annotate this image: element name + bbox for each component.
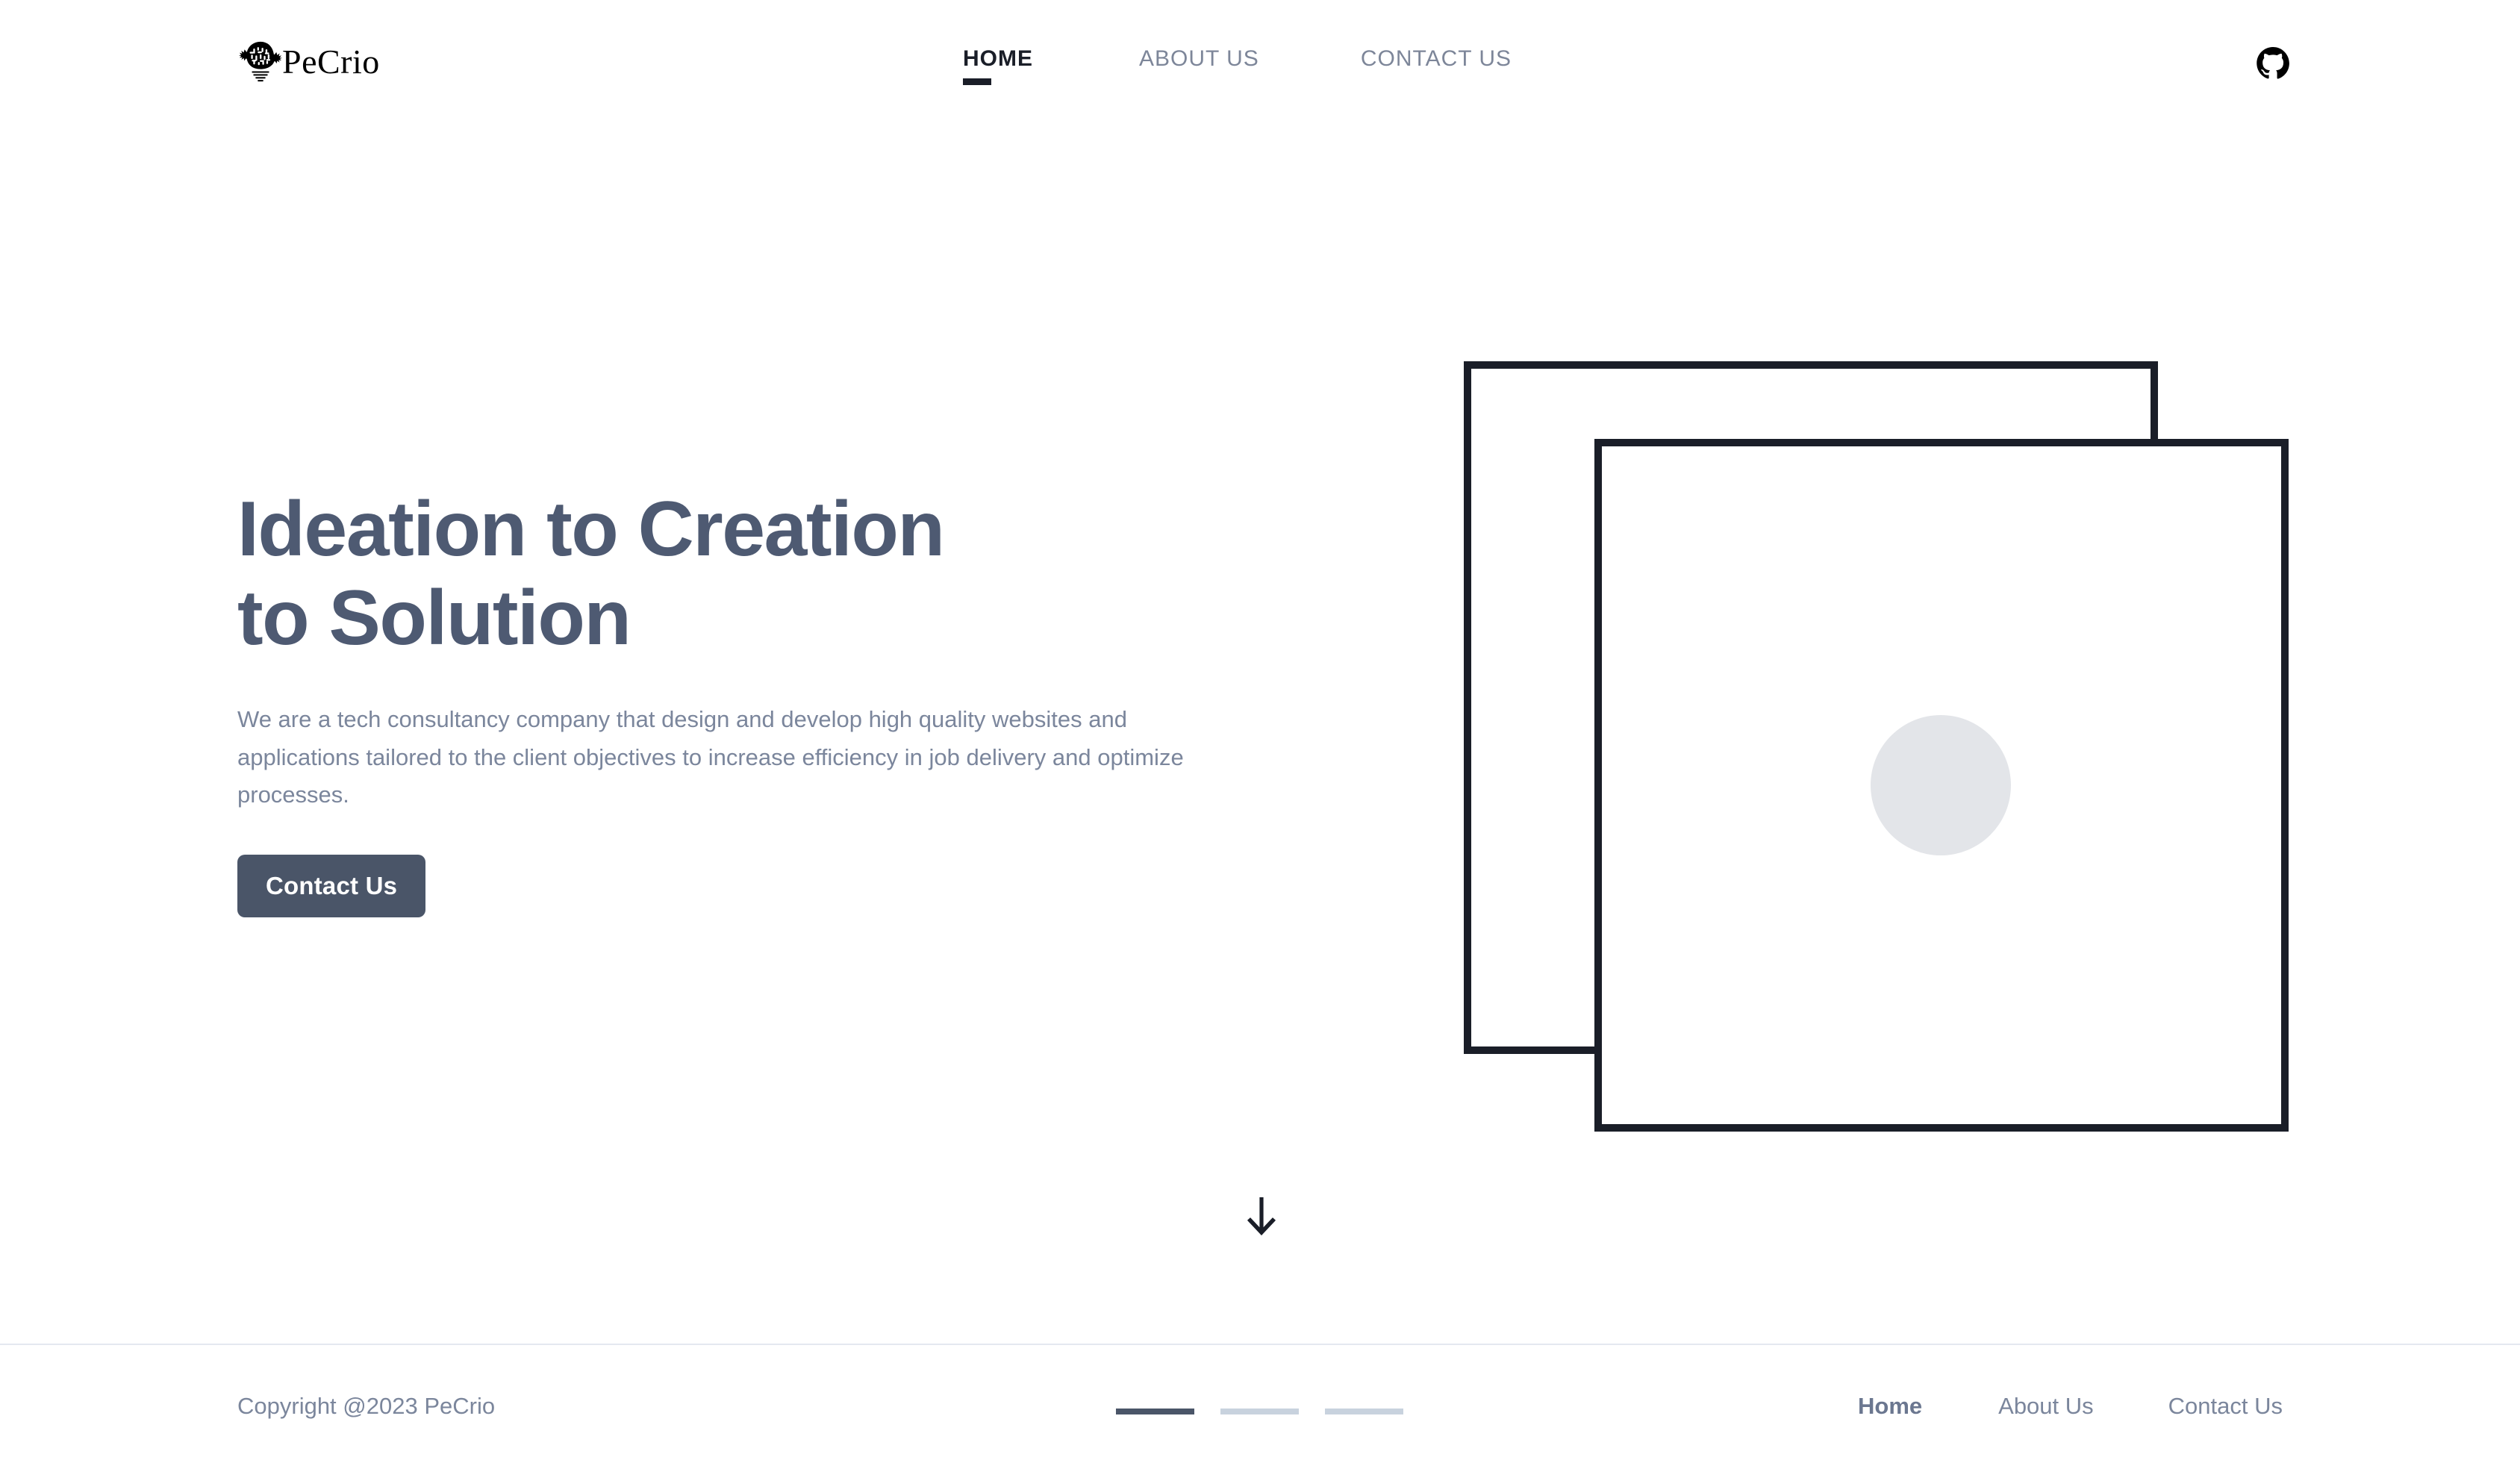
footer-navigation: Home About Us Contact Us <box>1858 1393 2283 1420</box>
site-footer: Copyright @2023 PeCrio Home About Us Con… <box>0 1345 2520 1463</box>
landing-page: PeCrio HOME ABOUT US CONTACT US Ideation… <box>0 0 2520 1463</box>
nav-item-home[interactable]: HOME <box>963 46 1033 85</box>
footer-link-home[interactable]: Home <box>1858 1393 1922 1420</box>
scroll-down-button[interactable] <box>1245 1196 1278 1236</box>
page-title: Ideation to Creation to Solution <box>237 485 1208 662</box>
github-link[interactable] <box>2256 46 2290 81</box>
hero-title-line-1: Ideation to Creation <box>237 486 945 573</box>
pagination-dot-1[interactable] <box>1116 1409 1194 1414</box>
brand-logo[interactable]: PeCrio <box>237 37 386 84</box>
nav-item-home-label: HOME <box>963 46 1033 71</box>
active-nav-indicator <box>963 78 991 85</box>
pagination-dot-3[interactable] <box>1325 1409 1403 1414</box>
hero-section: Ideation to Creation to Solution We are … <box>237 485 1223 917</box>
hero-title-line-2: to Solution <box>237 574 631 661</box>
nav-item-contact-us[interactable]: CONTACT US <box>1361 46 1512 84</box>
slide-pagination <box>1116 1409 1403 1414</box>
footer-link-contact-us[interactable]: Contact Us <box>2168 1393 2283 1420</box>
arrow-down-icon <box>1245 1196 1278 1236</box>
nav-item-about-us[interactable]: ABOUT US <box>1139 46 1259 84</box>
github-icon <box>2256 46 2290 81</box>
copyright-text: Copyright @2023 PeCrio <box>237 1393 496 1419</box>
brand-name: PeCrio <box>282 43 380 81</box>
primary-navigation: HOME ABOUT US CONTACT US <box>963 46 1512 85</box>
artwork-circle <box>1871 715 2011 855</box>
brain-lightbulb-icon <box>237 37 284 84</box>
contact-us-button[interactable]: Contact Us <box>237 854 426 917</box>
footer-link-about-us[interactable]: About Us <box>1998 1393 2094 1420</box>
pagination-dot-2[interactable] <box>1220 1409 1299 1414</box>
site-header: PeCrio HOME ABOUT US CONTACT US <box>0 0 2520 134</box>
hero-artwork <box>1459 357 2292 1133</box>
hero-subtitle: We are a tech consultancy company that d… <box>237 706 1184 808</box>
